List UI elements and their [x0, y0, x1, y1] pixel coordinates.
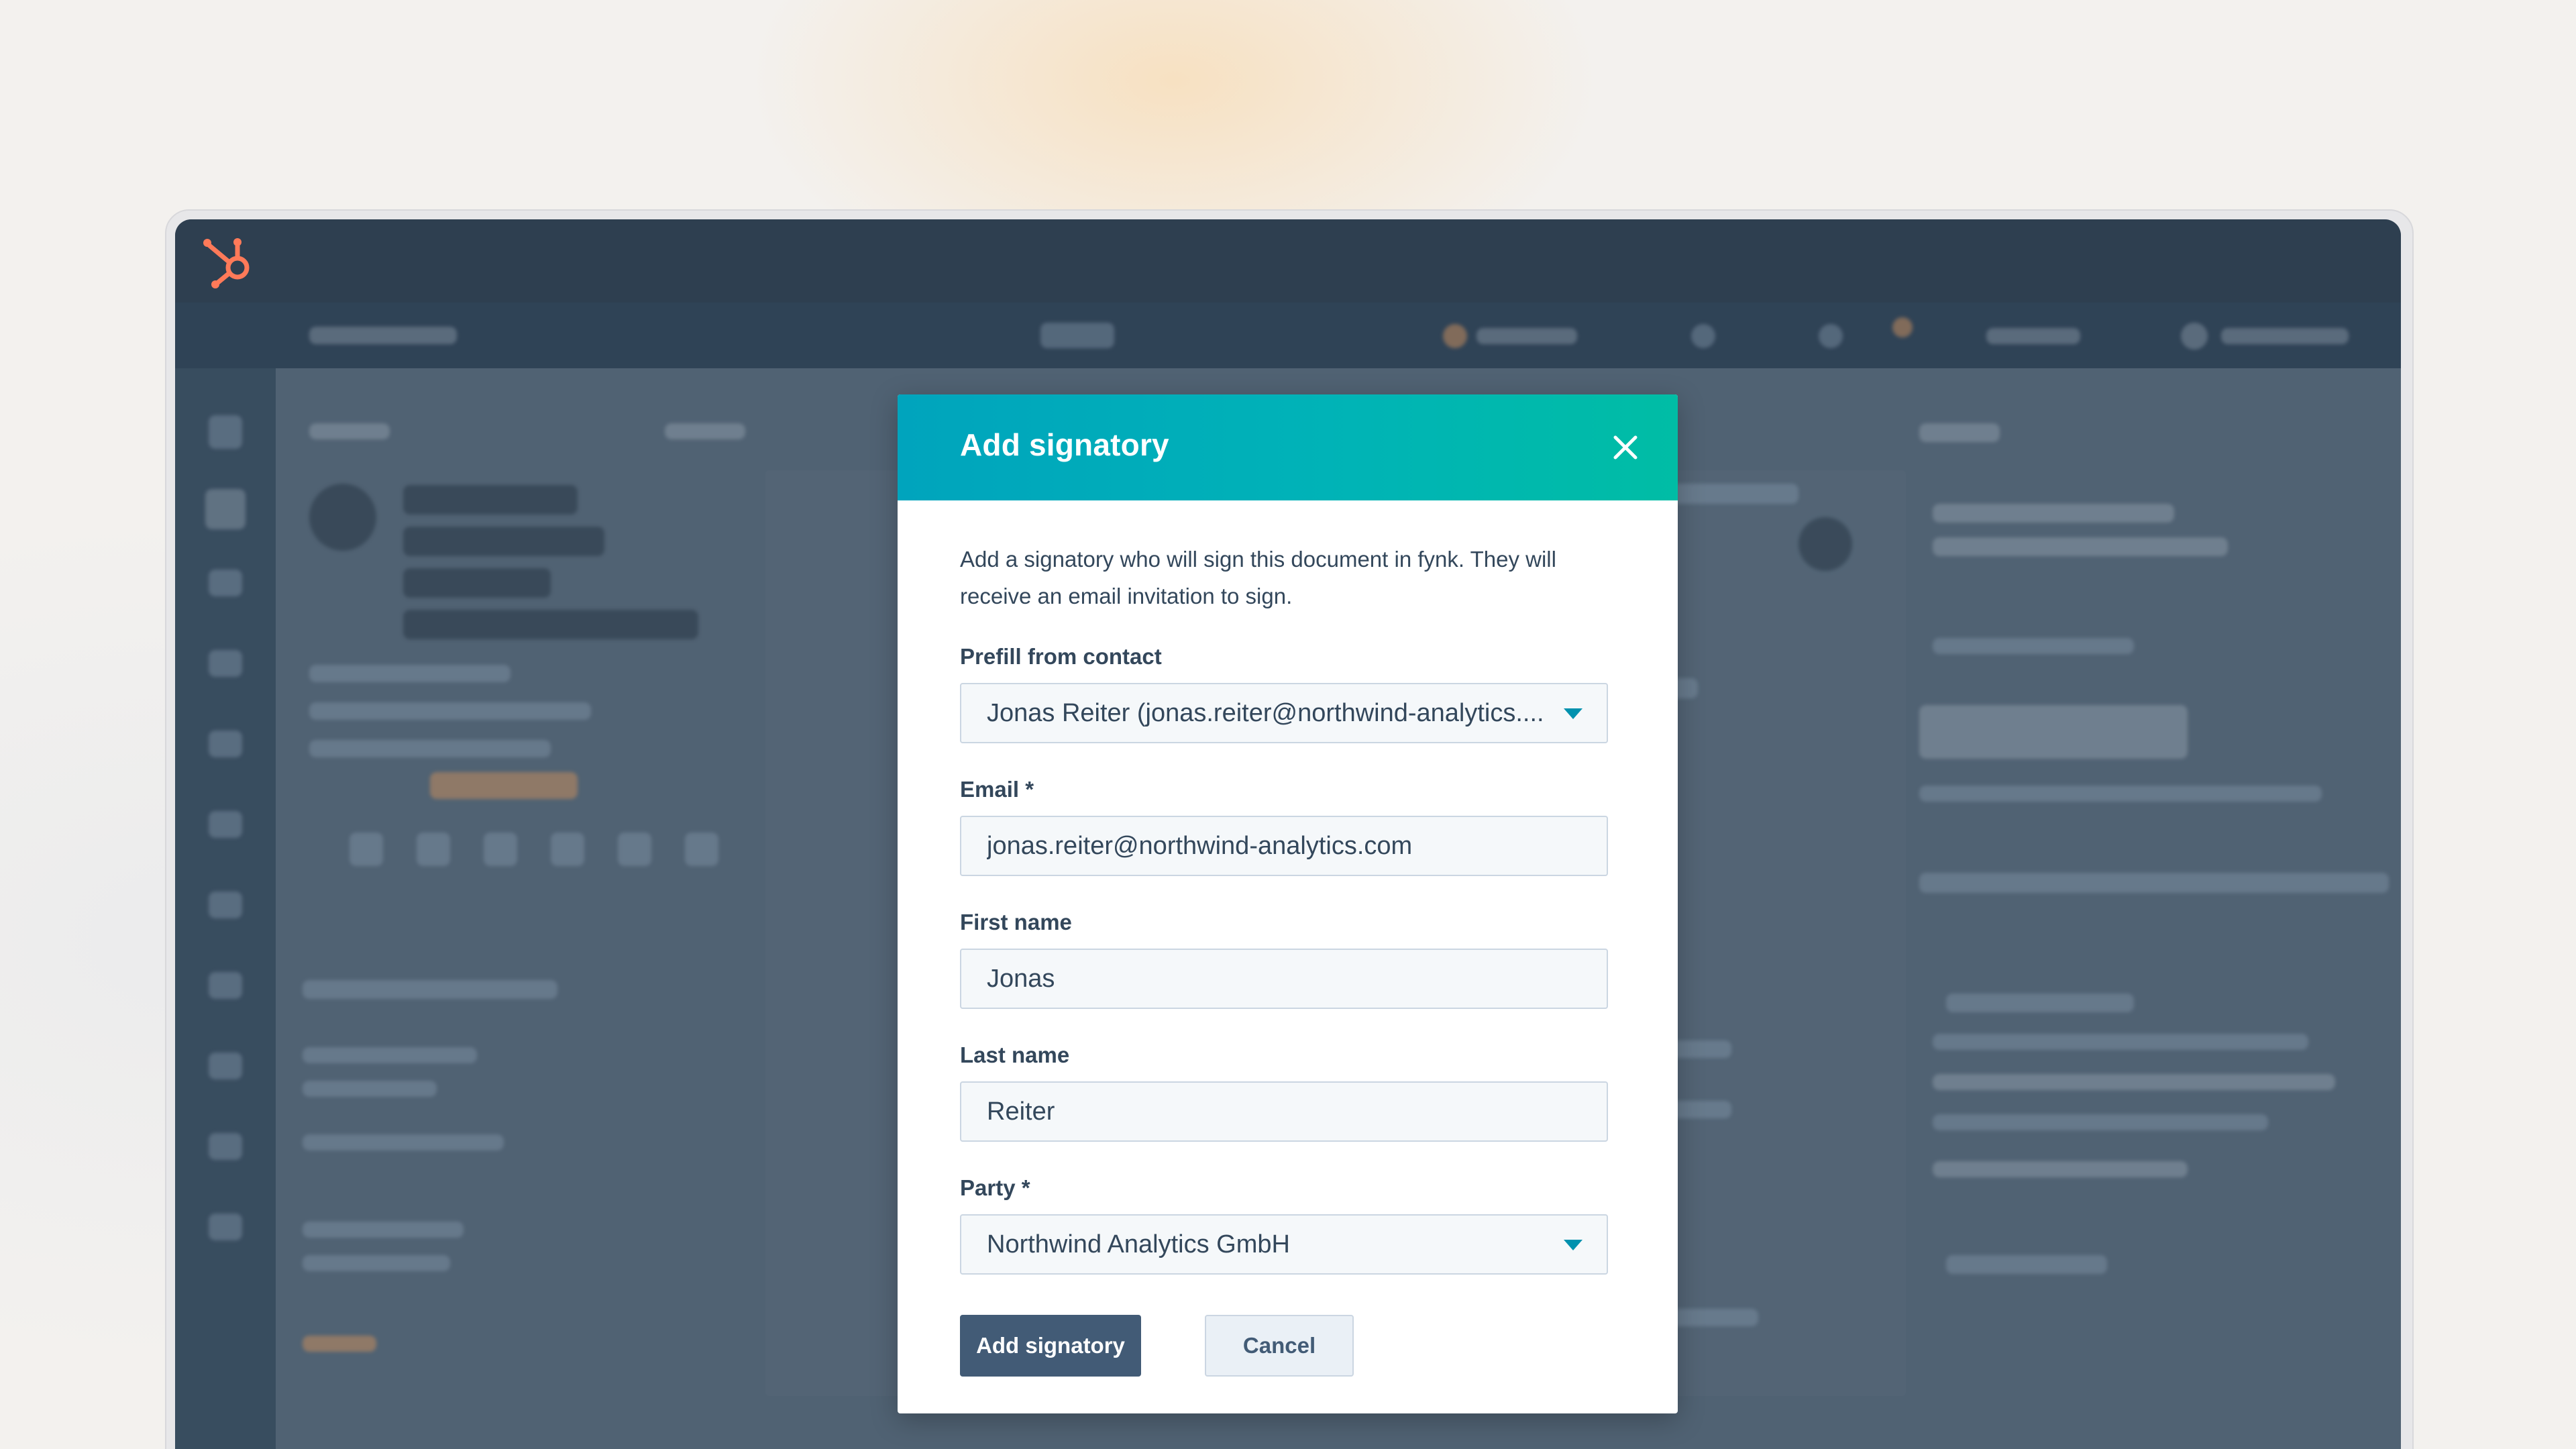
prefill-label: Prefill from contact [960, 644, 1162, 669]
chevron-down-icon [1564, 708, 1582, 719]
prefill-value: Jonas Reiter (jonas.reiter@northwind-ana… [987, 699, 1544, 727]
hubspot-sprocket-icon [203, 238, 250, 288]
email-value: jonas.reiter@northwind-analytics.com [987, 832, 1413, 860]
last-name-label: Last name [960, 1042, 1070, 1067]
email-field[interactable]: jonas.reiter@northwind-analytics.com [960, 816, 1608, 876]
first-name-value: Jonas [987, 965, 1055, 993]
dialog-header: Add signatory [898, 394, 1678, 500]
first-name-field[interactable]: Jonas [960, 949, 1608, 1009]
cancel-button[interactable]: Cancel [1205, 1315, 1354, 1377]
party-label: Party * [960, 1175, 1030, 1200]
dialog-description: Add a signatory who will sign this docum… [960, 547, 1556, 608]
close-icon[interactable] [1609, 431, 1642, 464]
email-label: Email * [960, 777, 1034, 802]
add-signatory-button[interactable]: Add signatory [960, 1315, 1141, 1377]
prefill-contact-select[interactable]: Jonas Reiter (jonas.reiter@northwind-ana… [960, 683, 1608, 743]
first-name-label: First name [960, 910, 1072, 934]
last-name-field[interactable]: Reiter [960, 1081, 1608, 1142]
dialog-title: Add signatory [960, 427, 1169, 462]
last-name-value: Reiter [987, 1097, 1055, 1126]
title-bar [175, 219, 2401, 303]
chevron-down-icon [1564, 1240, 1582, 1250]
party-value: Northwind Analytics GmbH [987, 1230, 1290, 1258]
add-signatory-dialog: Add signatory Add a signatory who will s… [898, 394, 1678, 1413]
party-select[interactable]: Northwind Analytics GmbH [960, 1214, 1608, 1275]
